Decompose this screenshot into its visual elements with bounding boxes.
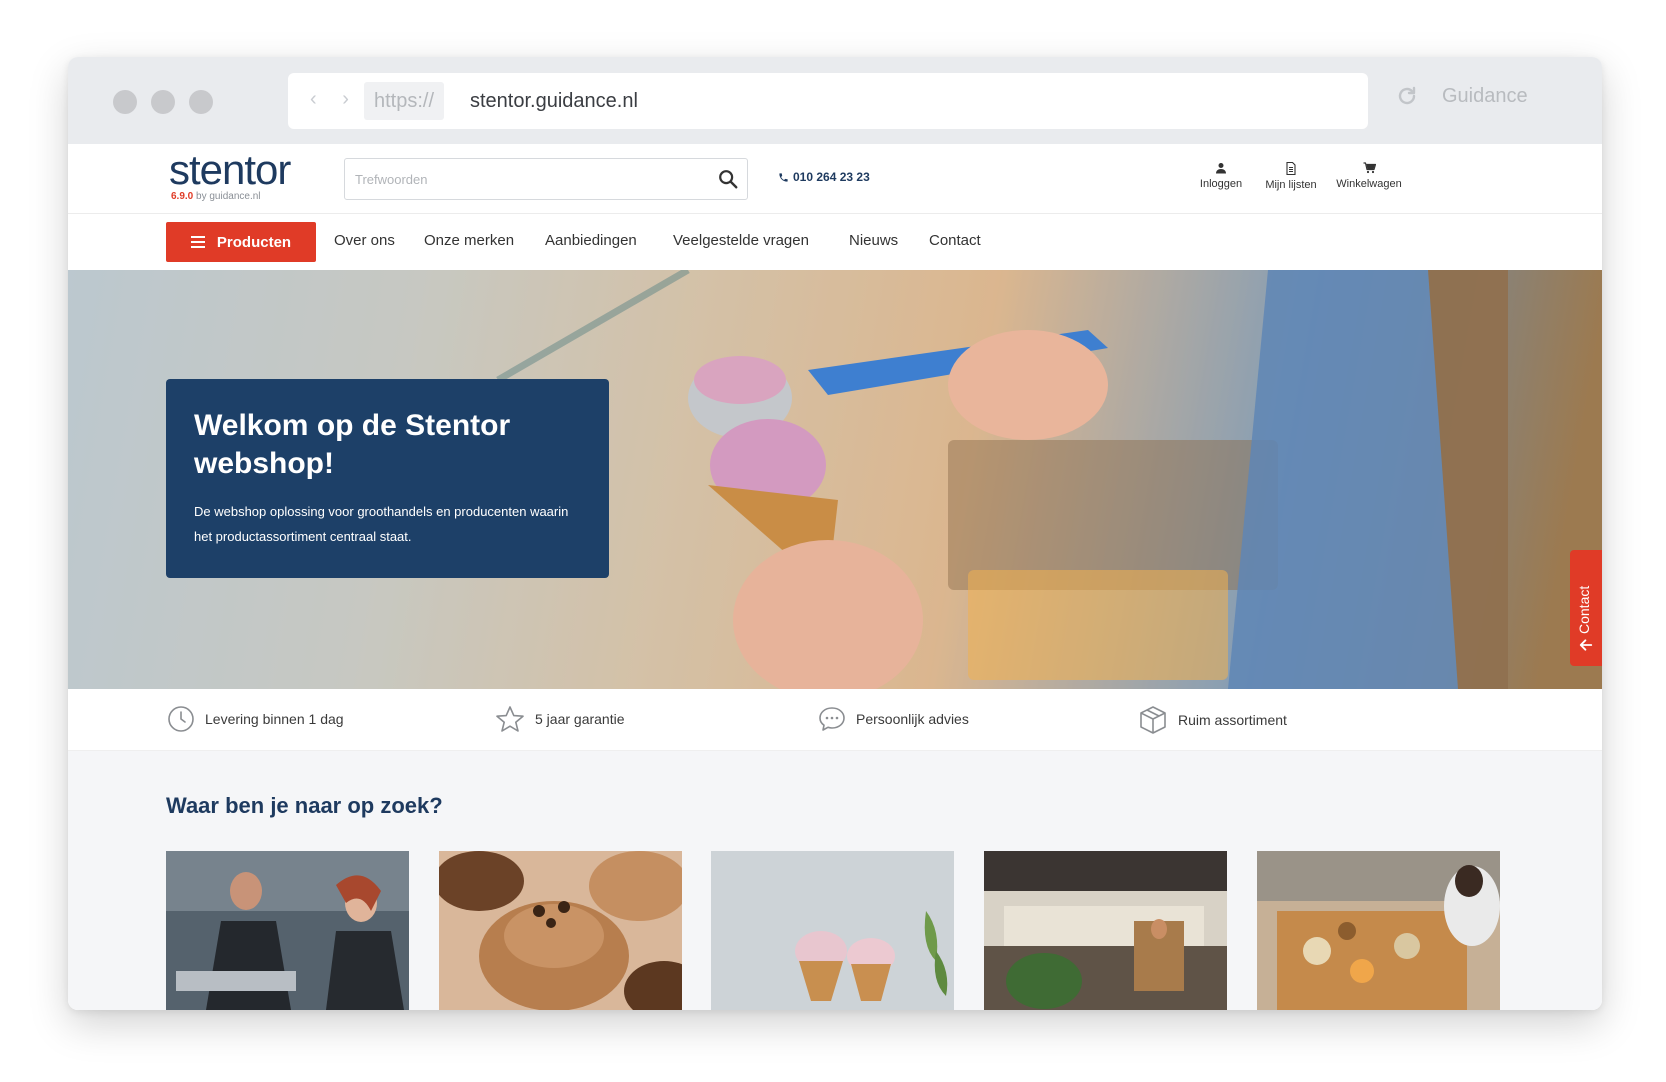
search-icon[interactable] [717, 168, 739, 190]
star-icon [496, 706, 524, 732]
my-lists-button[interactable]: Mijn lijsten [1258, 162, 1324, 191]
chat-icon [819, 707, 845, 731]
contact-side-tab[interactable]: Contact [1570, 550, 1602, 666]
category-tile[interactable] [166, 851, 409, 1010]
logo-wordmark: stentor [169, 146, 291, 193]
nav-item-over-ons[interactable]: Over ons [334, 232, 395, 249]
shop-interior-photo [984, 851, 1227, 1010]
main-nav: Producten Over ons Onze merken Aanbiedin… [68, 214, 1602, 270]
category-tile[interactable] [711, 851, 954, 1010]
ice-cream-photo [711, 851, 954, 1010]
hero-card: Welkom op de Stentor webshop! De webshop… [166, 379, 609, 578]
usp-advice-label: Persoonlijk advies [856, 711, 969, 727]
category-tile[interactable] [1257, 851, 1500, 1010]
nav-item-faq[interactable]: Veelgestelde vragen [673, 232, 809, 249]
usp-assortment-label: Ruim assortiment [1178, 712, 1287, 728]
url-host[interactable]: stentor.guidance.nl [470, 73, 638, 129]
search-input[interactable] [355, 159, 695, 199]
logo-by: by guidance.nl [193, 191, 261, 202]
cupcakes-photo [439, 851, 682, 1010]
site-logo[interactable]: stentor 6.9.0 by guidance.nl [169, 146, 291, 203]
reload-icon[interactable] [1395, 84, 1419, 108]
phone-icon [779, 172, 788, 182]
usp-warranty-label: 5 jaar garantie [535, 711, 625, 727]
phone-number: 010 264 23 23 [793, 170, 870, 184]
products-label: Producten [216, 233, 292, 251]
my-lists-label: Mijn lijsten [1265, 179, 1317, 191]
search-box [344, 158, 748, 200]
nav-item-nieuws[interactable]: Nieuws [849, 232, 898, 249]
contact-tab-label: Contact [1576, 585, 1592, 634]
nav-item-aanbiedingen[interactable]: Aanbiedingen [545, 232, 637, 249]
usp-delivery: Levering binnen 1 dag [167, 705, 344, 733]
hero-banner: Welkom op de Stentor webshop! De webshop… [68, 270, 1602, 689]
back-forward-icon[interactable]: ‹ › [310, 88, 359, 111]
login-label: Inloggen [1199, 178, 1243, 190]
box-icon [1140, 706, 1166, 734]
usp-strip: Levering binnen 1 dag 5 jaar garantie Pe… [68, 689, 1602, 751]
chefs-photo [166, 851, 409, 1010]
category-tile[interactable] [439, 851, 682, 1010]
cart-icon [1363, 162, 1376, 174]
website: stentor 6.9.0 by guidance.nl 010 264 23 … [68, 144, 1602, 1010]
nav-item-contact[interactable]: Contact [929, 232, 981, 249]
login-button[interactable]: Inloggen [1193, 162, 1249, 190]
browser-window: ‹ › https:// stentor.guidance.nl Guidanc… [68, 57, 1602, 1010]
site-header: stentor 6.9.0 by guidance.nl 010 264 23 … [68, 144, 1602, 214]
usp-advice: Persoonlijk advies [818, 705, 969, 733]
nav-item-onze-merken[interactable]: Onze merken [424, 232, 514, 249]
logo-version: 6.9.0 [171, 191, 194, 202]
category-tile[interactable] [984, 851, 1227, 1010]
window-maximize-dot[interactable] [189, 90, 213, 114]
address-bar[interactable]: ‹ › https:// stentor.guidance.nl [288, 73, 1368, 129]
hero-subtitle: De webshop oplossing voor groothandels e… [194, 504, 569, 544]
usp-warranty: 5 jaar garantie [495, 705, 625, 733]
browser-chrome: ‹ › https:// stentor.guidance.nl Guidanc… [68, 57, 1602, 144]
arrow-left-icon [1579, 639, 1593, 651]
usp-delivery-label: Levering binnen 1 dag [205, 711, 344, 727]
cart-button[interactable]: Winkelwagen [1331, 162, 1407, 190]
window-minimize-dot[interactable] [151, 90, 175, 114]
cart-label: Winkelwagen [1336, 178, 1402, 190]
hamburger-icon [190, 236, 205, 248]
usp-assortment: Ruim assortiment [1138, 705, 1287, 735]
clock-icon [168, 706, 194, 732]
window-close-dot[interactable] [113, 90, 137, 114]
hero-title: Welkom op de Stentor webshop! [194, 409, 511, 480]
categories-title: Waar ben je naar op zoek? [166, 793, 443, 818]
products-menu-button[interactable]: Producten [166, 222, 316, 262]
browser-brand: Guidance [1442, 85, 1528, 107]
list-icon [1286, 162, 1296, 175]
url-protocol: https:// [364, 82, 445, 120]
user-icon [1216, 163, 1226, 174]
phone-link[interactable]: 010 264 23 23 [778, 170, 870, 184]
categories-section: Waar ben je naar op zoek? [68, 751, 1602, 1010]
food-prep-photo [1257, 851, 1500, 1010]
